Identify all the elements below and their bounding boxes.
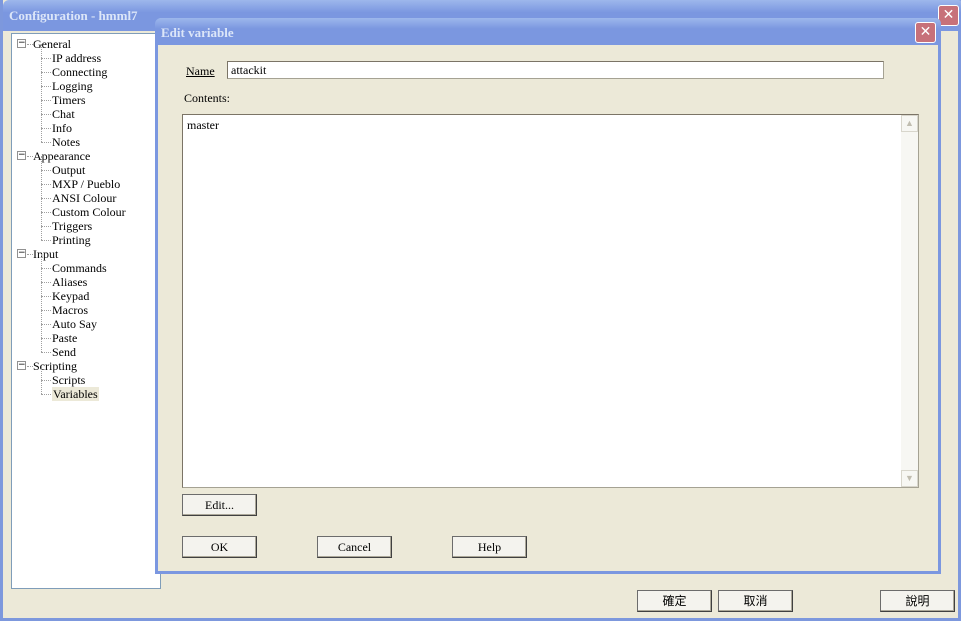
tree-item-logging[interactable]: Logging [52, 79, 93, 93]
tree-connector [41, 114, 51, 115]
tree-item-variables[interactable]: Variables [52, 387, 99, 401]
tree-connector [41, 142, 51, 143]
help-button[interactable]: Help [452, 536, 527, 558]
tree-connector [41, 380, 42, 394]
tree-item-scripting[interactable]: Scripting [33, 359, 77, 373]
tree-item-paste[interactable]: Paste [52, 331, 77, 345]
collapse-icon[interactable]: − [17, 361, 26, 370]
contents-text: master [187, 118, 219, 132]
tree-item-info[interactable]: Info [52, 121, 72, 135]
tree-connector [41, 352, 51, 353]
tree-item-commands[interactable]: Commands [52, 261, 107, 275]
tree-connector [41, 338, 42, 352]
tree-connector [41, 156, 42, 170]
contents-label: Contents: [184, 91, 231, 105]
scroll-up-arrow-icon[interactable]: ▲ [901, 115, 918, 132]
confirm-button[interactable]: 確定 [637, 590, 712, 612]
cancel-button[interactable]: Cancel [317, 536, 392, 558]
tree-connector [41, 114, 42, 128]
tree-connector [41, 282, 42, 296]
tree-connector [41, 296, 51, 297]
tree-item-auto-say[interactable]: Auto Say [52, 317, 97, 331]
tree-connector [41, 394, 51, 395]
tree-item-mxp-pueblo[interactable]: MXP / Pueblo [52, 177, 120, 191]
tree-item-printing[interactable]: Printing [52, 233, 91, 247]
window-close-button[interactable]: ✕ [938, 5, 959, 26]
tree-connector [41, 100, 42, 114]
tree-connector [41, 58, 51, 59]
tree-item-chat[interactable]: Chat [52, 107, 75, 121]
tree-item-notes[interactable]: Notes [52, 135, 80, 149]
tree-connector [41, 198, 51, 199]
name-label-text: Name [186, 64, 215, 78]
tree-connector [41, 254, 42, 268]
help-footer-button[interactable]: 說明 [880, 590, 955, 612]
tree-connector [41, 324, 42, 338]
tree-connector [41, 240, 51, 241]
tree-connector [41, 44, 42, 58]
collapse-icon[interactable]: − [17, 249, 26, 258]
tree-connector [41, 310, 42, 324]
tree-connector [41, 324, 51, 325]
tree-connector [41, 380, 51, 381]
tree-connector [41, 184, 51, 185]
tree-item-custom-colour[interactable]: Custom Colour [52, 205, 126, 219]
tree-connector [41, 170, 51, 171]
tree-connector [41, 366, 42, 380]
tree-connector [41, 198, 42, 212]
scrollbar[interactable]: ▲ ▼ [901, 115, 918, 487]
tree-item-ansi-colour[interactable]: ANSI Colour [52, 191, 116, 205]
collapse-icon[interactable]: − [17, 39, 26, 48]
tree-item-general[interactable]: General [33, 37, 71, 51]
name-input[interactable]: attackit [227, 61, 884, 79]
tree-item-keypad[interactable]: Keypad [52, 289, 89, 303]
tree-connector [41, 100, 51, 101]
tree-connector [41, 268, 51, 269]
edit-variable-dialog: Edit variable ✕ Name attackit Contents: … [155, 18, 941, 574]
tree-connector [41, 72, 51, 73]
dialog-close-button[interactable]: ✕ [915, 22, 936, 43]
tree-connector [41, 58, 42, 72]
ok-button[interactable]: OK [182, 536, 257, 558]
cancel-footer-button[interactable]: 取消 [718, 590, 793, 612]
tree-connector [41, 170, 42, 184]
tree-connector [41, 226, 51, 227]
tree-connector [41, 72, 42, 86]
tree-connector [41, 226, 42, 240]
tree-item-timers[interactable]: Timers [52, 93, 86, 107]
scroll-down-arrow-icon[interactable]: ▼ [901, 470, 918, 487]
tree-item-send[interactable]: Send [52, 345, 76, 359]
tree-connector [41, 86, 42, 100]
tree-connector [41, 128, 42, 142]
tree-item-aliases[interactable]: Aliases [52, 275, 87, 289]
name-label: Name [186, 64, 215, 79]
tree-connector [41, 212, 51, 213]
collapse-icon[interactable]: − [17, 151, 26, 160]
tree-connector [41, 268, 42, 282]
dialog-title: Edit variable [155, 18, 941, 45]
tree-connector [41, 282, 51, 283]
tree-connector [41, 128, 51, 129]
settings-tree[interactable]: − General IP address Connecting Logging Timer… [11, 33, 161, 589]
tree-item-ip-address[interactable]: IP address [52, 51, 101, 65]
tree-item-input[interactable]: Input [33, 247, 58, 261]
edit-button[interactable]: Edit... [182, 494, 257, 516]
tree-item-connecting[interactable]: Connecting [52, 65, 107, 79]
tree-connector [41, 212, 42, 226]
tree-item-output[interactable]: Output [52, 163, 85, 177]
tree-connector [41, 338, 51, 339]
tree-connector [41, 310, 51, 311]
tree-connector [41, 184, 42, 198]
tree-item-triggers[interactable]: Triggers [52, 219, 92, 233]
tree-connector [41, 86, 51, 87]
tree-connector [41, 296, 42, 310]
contents-textarea[interactable]: master ▲ ▼ [182, 114, 919, 488]
tree-item-macros[interactable]: Macros [52, 303, 88, 317]
tree-item-scripts[interactable]: Scripts [52, 373, 85, 387]
